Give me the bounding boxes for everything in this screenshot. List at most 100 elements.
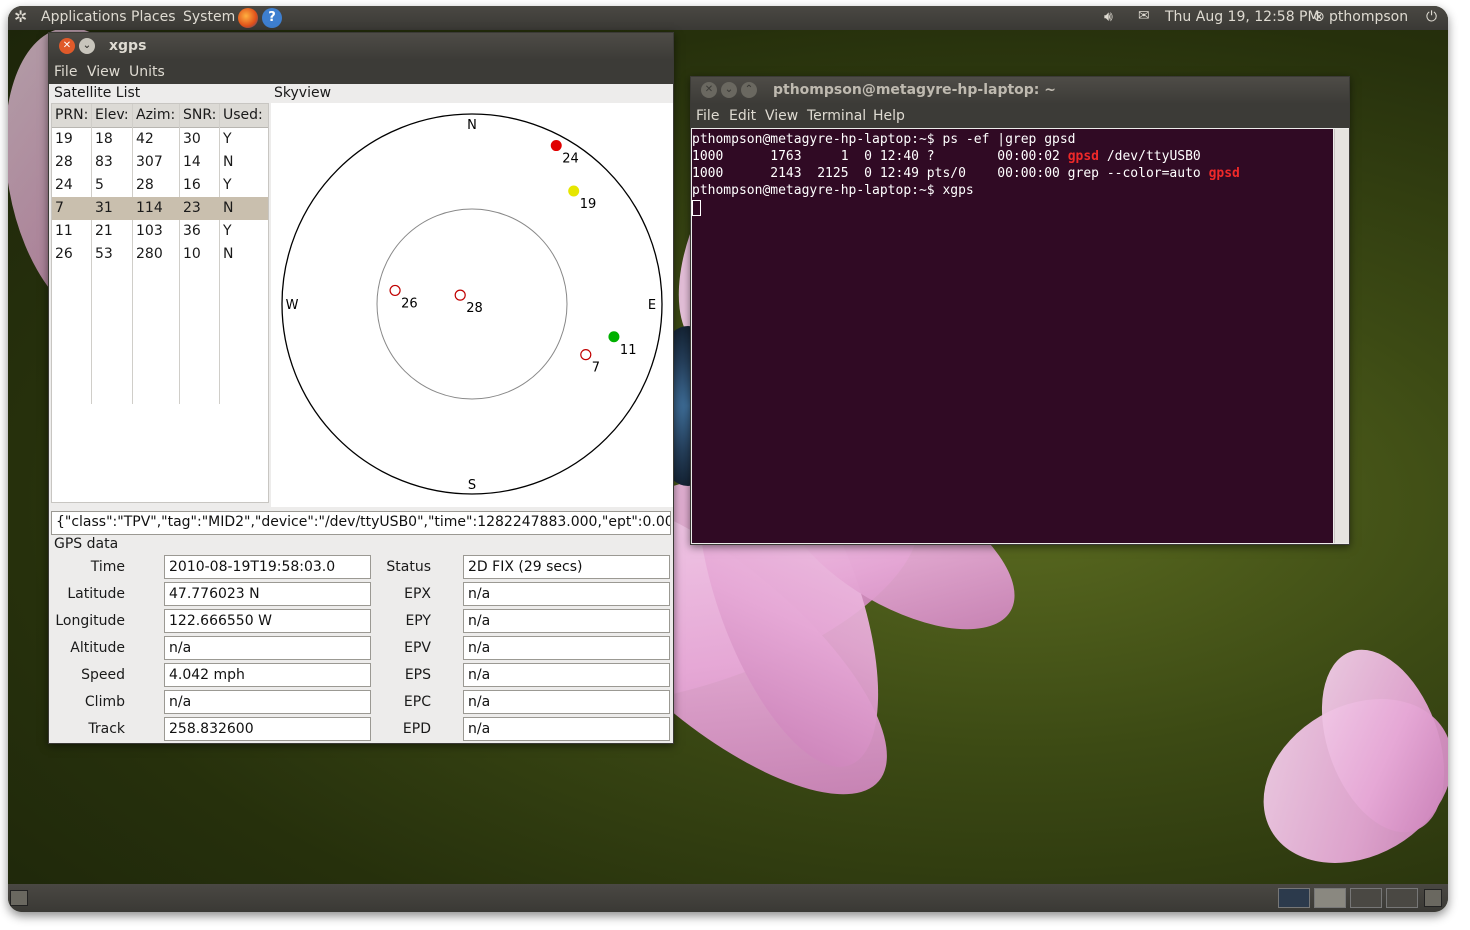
trash-icon[interactable] [1424,889,1442,907]
window-title: xgps [109,38,147,54]
table-row[interactable]: 11 21 103 36 Y [52,220,268,243]
menu-view[interactable]: View [87,64,120,80]
cell-snr: 10 [183,246,201,262]
terminal-menubar: File Edit View Terminal Help [691,104,1349,128]
top-panel: ✲ Applications Places System ? 🔊︎ ✉ Thu … [8,6,1448,30]
volume-icon[interactable]: 🔊︎ [1104,9,1113,25]
compass-north: N [467,118,477,133]
field-value-longitude[interactable]: 122.666550 W [164,609,371,633]
terminal-output[interactable]: pthompson@metagyre-hp-laptop:~$ ps -ef |… [692,129,1333,543]
xgps-titlebar[interactable]: ✕ ⌄ xgps [49,33,673,60]
cell-used: Y [223,223,232,239]
field-value-latitude[interactable]: 47.776023 N [164,582,371,606]
cell-used: N [223,154,234,170]
workspace-1[interactable] [1278,888,1310,908]
satellite-label: 11 [620,343,637,358]
column-header-elev[interactable]: Elev: [95,107,129,123]
terminal-scrollbar[interactable] [1334,129,1349,543]
terminal-titlebar[interactable]: ✕ ⌄ ⌃ pthompson@metagyre-hp-laptop: ~ [691,77,1349,104]
table-row[interactable]: 28 83 307 14 N [52,151,268,174]
ubuntu-logo-icon[interactable]: ✲ [14,7,27,26]
user-name[interactable]: pthompson [1329,9,1408,25]
column-header-prn[interactable]: PRN: [55,107,88,123]
terminal-text: pthompson@metagyre-hp-laptop:~$ ps -ef |… [692,132,1076,147]
menu-edit[interactable]: Edit [729,108,756,124]
gps-data-label: GPS data [54,536,119,552]
satellite-marker [608,331,620,343]
satellite-label: 24 [562,152,579,167]
minimize-icon[interactable]: ⌄ [721,82,737,98]
satellite-marker [550,140,562,152]
field-label-time: Time [90,559,125,575]
window-title: pthompson@metagyre-hp-laptop: ~ [773,82,1057,98]
minimize-icon[interactable]: ⌄ [79,38,95,54]
workspace-3[interactable] [1350,888,1382,908]
table-row[interactable]: 7 31 114 23 N [52,197,268,220]
applications-menu[interactable]: Applications [41,9,127,25]
maximize-icon[interactable]: ⌃ [741,82,757,98]
field-label-latitude: Latitude [67,586,125,602]
field-value-epc[interactable]: n/a [463,690,670,714]
cell-elev: 21 [95,223,113,239]
field-value-epx[interactable]: n/a [463,582,670,606]
clock[interactable]: Thu Aug 19, 12:58 PM [1165,9,1320,25]
satellite-list-header: PRN: Elev: Azim: SNR: Used: [52,104,268,128]
field-value-status[interactable]: 2D FIX (29 secs) [463,555,670,579]
satellite-label: 28 [466,301,483,316]
terminal-text: pthompson@metagyre-hp-laptop:~$ xgps [692,183,974,198]
table-row[interactable]: 24 5 28 16 Y [52,174,268,197]
menu-file[interactable]: File [54,64,77,80]
show-desktop-icon[interactable] [10,890,28,906]
field-value-epv[interactable]: n/a [463,636,670,660]
cell-elev: 31 [95,200,113,216]
user-status-icon[interactable]: ⊗ [1313,9,1325,25]
field-value-speed[interactable]: 4.042 mph [164,663,371,687]
menu-file[interactable]: File [696,108,719,124]
satellite-marker [454,289,466,301]
system-menu[interactable]: System [183,9,235,25]
xgps-window: ✕ ⌄ xgps File View Units Satellite List … [48,32,674,744]
menu-help[interactable]: Help [873,108,905,124]
menu-view[interactable]: View [765,108,798,124]
cell-snr: 23 [183,200,201,216]
column-header-snr[interactable]: SNR: [183,107,216,123]
help-icon[interactable]: ? [262,8,282,28]
satellite-marker [389,284,401,297]
cell-elev: 53 [95,246,113,262]
firefox-icon[interactable] [238,8,258,28]
compass-west: W [286,298,299,313]
workspace-4[interactable] [1386,888,1418,908]
field-value-track[interactable]: 258.832600 [164,717,371,741]
menu-units[interactable]: Units [129,64,165,80]
field-value-epd[interactable]: n/a [463,717,670,741]
field-value-time[interactable]: 2010-08-19T19:58:03.0 [164,555,371,579]
cell-elev: 5 [95,177,104,193]
column-header-used[interactable]: Used: [223,107,263,123]
menu-terminal[interactable]: Terminal [807,108,866,124]
field-value-altitude[interactable]: n/a [164,636,371,660]
close-icon[interactable]: ✕ [701,82,717,98]
field-value-epy[interactable]: n/a [463,609,670,633]
column-header-azim[interactable]: Azim: [136,107,175,123]
tpv-json-field[interactable]: {"class":"TPV","tag":"MID2","device":"/d… [51,511,671,535]
terminal-line: 1000 1763 1 0 12:40 ? 00:00:02 gpsd /dev… [692,149,1333,166]
table-row[interactable]: 26 53 280 10 N [52,243,268,266]
places-menu[interactable]: Places [131,9,176,25]
field-value-eps[interactable]: n/a [463,663,670,687]
power-icon[interactable]: ⏻ [1426,9,1437,25]
field-label-epy: EPY [405,613,431,629]
bottom-panel [8,884,1448,912]
table-row[interactable]: 19 18 42 30 Y [52,128,268,151]
workspace-2[interactable] [1314,888,1346,908]
cell-used: Y [223,177,232,193]
cell-snr: 16 [183,177,201,193]
mail-icon[interactable]: ✉ [1138,8,1150,24]
skyview-plot: N E S W 19 28 24 7 11 26 [281,113,663,495]
close-icon[interactable]: ✕ [59,38,75,54]
satellite-marker [580,349,592,361]
field-value-climb[interactable]: n/a [164,690,371,714]
skyview-label: Skyview [274,85,332,101]
satellite-list[interactable]: PRN: Elev: Azim: SNR: Used: 19 18 42 30 Y 28 8… [51,103,269,503]
cell-prn: 28 [55,154,73,170]
cell-prn: 24 [55,177,73,193]
